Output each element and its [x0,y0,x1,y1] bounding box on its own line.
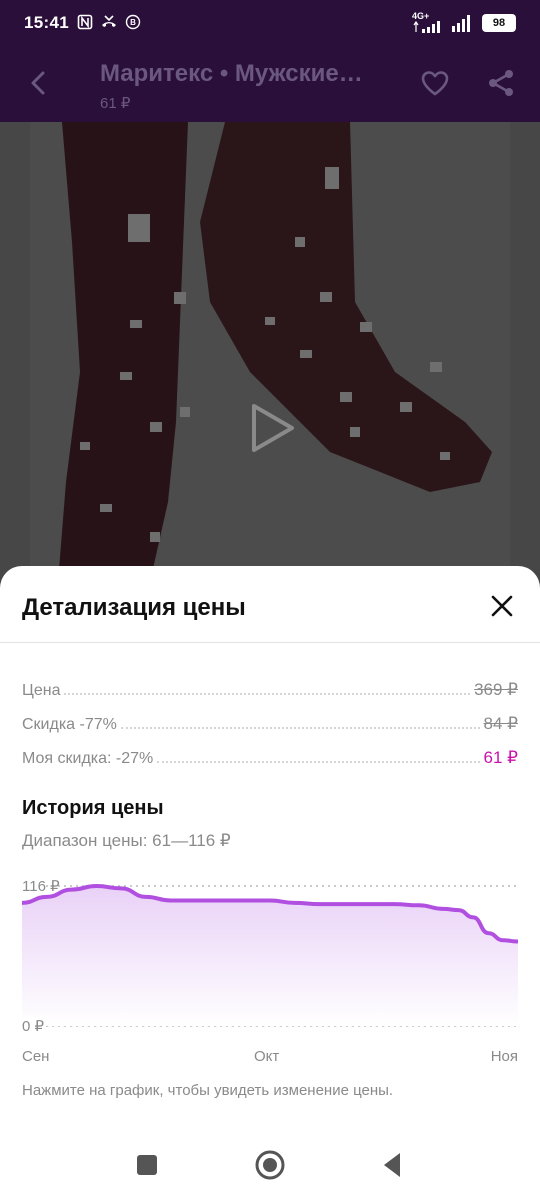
missed-call-icon [100,13,118,31]
recents-icon [137,1155,157,1175]
price-row-value: 369 ₽ [474,680,518,699]
network-label: 4G+ [412,11,430,21]
status-bar: 15:41 В 4G+ 98 [0,0,540,46]
status-icons-left: В [76,13,142,31]
favorite-button[interactable] [418,66,452,100]
heart-icon [421,71,449,96]
x-tick-label: Ноя [490,1048,518,1065]
price-row-label: Цена [22,682,61,699]
price-row: Цена 369 ₽ [22,676,518,700]
product-header: Маритекс • Мужские… 61 ₽ [0,46,540,122]
home-icon [255,1150,285,1180]
signal-icon-2 [452,14,470,32]
chart-x-labels: Сен Окт Ноя [22,1048,518,1070]
my-discount-row: Моя скидка: -27% 61 ₽ [22,744,518,768]
share-button[interactable] [484,66,518,100]
svg-text:В: В [130,18,136,27]
sheet-title: Детализация цены [22,594,246,621]
product-photo [0,122,540,582]
divider [0,642,540,643]
y-axis-label: 0 ₽ [22,1018,45,1035]
nfc-icon [76,13,94,31]
my-discount-row-label: Моя скидка: -27% [22,750,154,767]
status-time: 15:41 [24,13,69,32]
dotted-leader [120,727,480,729]
vk-icon: В [124,13,142,31]
price-history-title: История цены [22,797,164,819]
recents-button[interactable] [130,1148,164,1182]
play-icon [252,404,294,452]
close-icon [491,595,513,617]
system-nav-bar [0,1130,540,1200]
my-discount-row-value: 61 ₽ [483,748,518,767]
close-button[interactable] [484,588,520,624]
chart-hint: Нажмите на график, чтобы увидеть изменен… [22,1082,394,1099]
price-details-sheet: Детализация цены Цена 369 ₽ Скидка -77% … [0,566,540,1200]
status-right: 4G+ 98 [412,12,516,33]
price-range-text: Диапазон цены: 61—116 ₽ [22,831,231,850]
back-button[interactable] [22,66,56,100]
back-nav-button[interactable] [376,1148,410,1182]
back-icon [31,71,45,95]
discount-row-label: Скидка -77% [22,716,117,733]
back-nav-icon [384,1153,400,1177]
price-history-chart[interactable]: 116 ₽ 0 ₽ [22,876,518,1036]
y-axis-label: 116 ₽ [22,878,60,895]
share-icon [489,70,513,96]
play-button[interactable] [244,400,300,456]
dotted-leader [157,761,480,763]
signal-icon [413,21,440,33]
dotted-leader [64,693,471,695]
x-tick-label: Сен [22,1048,50,1065]
signal-1: 4G+ [412,12,442,33]
x-tick-label: Окт [254,1048,280,1065]
discount-row-value: 84 ₽ [483,714,518,733]
home-button[interactable] [253,1148,287,1182]
discount-row: Скидка -77% 84 ₽ [22,710,518,734]
product-price: 61 ₽ [100,95,131,112]
battery-icon: 98 [482,13,516,32]
product-image[interactable] [0,122,540,582]
product-title: Маритекс • Мужские… [100,60,363,87]
